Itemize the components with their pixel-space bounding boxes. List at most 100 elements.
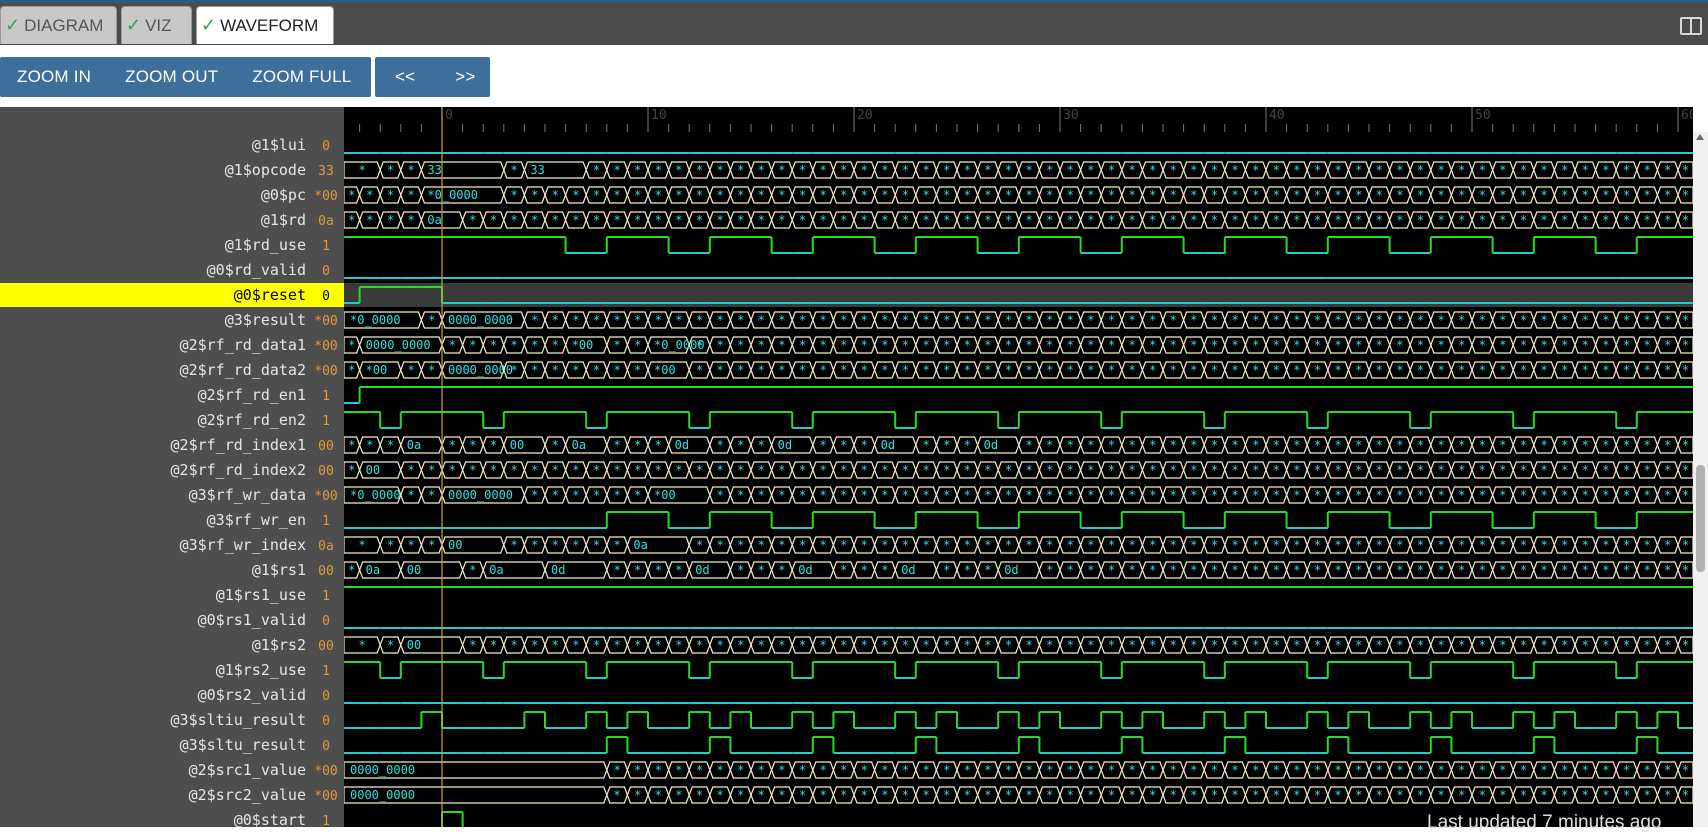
signal-row[interactable]: @2$rf_rd_index2 00 bbox=[171, 461, 334, 479]
signal-row[interactable]: @1$rs1_use 1 bbox=[216, 586, 330, 604]
bus-value-label: * bbox=[922, 188, 929, 202]
signal-row[interactable]: @1$rs1 00 bbox=[252, 561, 334, 579]
signal-row[interactable]: @0$rs1_valid 0 bbox=[198, 611, 330, 629]
zoom-in-button[interactable]: ZOOM IN bbox=[0, 57, 108, 97]
bus-value-label: * bbox=[1252, 313, 1259, 327]
bus-value-label: * bbox=[799, 763, 806, 777]
bus-value-label: * bbox=[1067, 363, 1074, 377]
signal-row[interactable]: @1$rd_use 1 bbox=[225, 236, 330, 254]
signal-row[interactable]: @2$rf_rd_index1 00 bbox=[171, 436, 334, 454]
bus-value-label: * bbox=[1128, 313, 1135, 327]
signal-row[interactable]: @1$rd 0a bbox=[261, 211, 334, 229]
signal-value: *00 bbox=[314, 339, 337, 354]
scrollbar-thumb[interactable] bbox=[1696, 465, 1705, 572]
bus-value-label: * bbox=[634, 363, 641, 377]
bus-value-label: * bbox=[1582, 563, 1589, 577]
bus-value-label: * bbox=[1334, 438, 1341, 452]
bus-value-label: * bbox=[348, 463, 355, 477]
zoom-out-button[interactable]: ZOOM OUT bbox=[108, 57, 235, 97]
signal-row[interactable]: @1$lui 0 bbox=[252, 136, 330, 154]
bus-value-label: * bbox=[1231, 463, 1238, 477]
bus-value-label: * bbox=[1682, 538, 1689, 552]
bus-value-label: * bbox=[902, 363, 909, 377]
waveform-row bbox=[344, 711, 1693, 729]
bus-value-label: * bbox=[1602, 163, 1609, 177]
bus-value-label: * bbox=[1623, 188, 1630, 202]
bus-value-label: * bbox=[510, 538, 517, 552]
bus-value-label: * bbox=[1643, 763, 1650, 777]
zoom-full-button[interactable]: ZOOM FULL bbox=[235, 57, 368, 97]
bus-value-label: * bbox=[634, 463, 641, 477]
bus-value-label: 00 bbox=[448, 538, 462, 552]
scroll-right-button[interactable]: >> bbox=[435, 57, 495, 97]
bus-value-label: *0_0000 bbox=[427, 188, 478, 202]
signal-row[interactable]: @0$start 1 bbox=[234, 811, 330, 829]
bus-value-label: * bbox=[1602, 338, 1609, 352]
bus-value-label: * bbox=[655, 563, 662, 577]
bus-value-label: * bbox=[531, 538, 538, 552]
bus-value-label: * bbox=[593, 538, 600, 552]
bus-value-label: * bbox=[1479, 213, 1486, 227]
tab-diagram[interactable]: ✓ DIAGRAM bbox=[0, 6, 117, 44]
signal-row[interactable]: @3$rf_wr_en 1 bbox=[207, 511, 330, 529]
signal-row[interactable]: @0$reset 0 bbox=[0, 283, 344, 307]
bus-value-label: * bbox=[902, 188, 909, 202]
bus-value-label: * bbox=[778, 538, 785, 552]
bus-value-label: * bbox=[799, 363, 806, 377]
waveform-row bbox=[344, 386, 1693, 404]
signal-row[interactable]: @3$sltu_result 0 bbox=[180, 736, 330, 754]
bus-value-label: * bbox=[1128, 213, 1135, 227]
bus-value-label: * bbox=[366, 188, 373, 202]
tab-waveform[interactable]: ✓ WAVEFORM bbox=[196, 6, 334, 44]
signal-row[interactable]: @0$rd_valid 0 bbox=[207, 261, 330, 279]
signal-row[interactable]: @2$rf_rd_en2 1 bbox=[198, 411, 330, 429]
signal-row[interactable]: @2$src2_value *00 bbox=[189, 786, 338, 804]
bus-value-label: * bbox=[469, 563, 476, 577]
signal-row[interactable]: @3$rf_wr_index 0a bbox=[180, 536, 334, 554]
bus-value-label: * bbox=[1334, 538, 1341, 552]
bus-value-label: * bbox=[572, 488, 579, 502]
bus-value-label: * bbox=[1231, 338, 1238, 352]
bus-value-label: * bbox=[881, 363, 888, 377]
scroll-left-button[interactable]: << bbox=[375, 57, 435, 97]
bus-value-label: * bbox=[1293, 538, 1300, 552]
bus-value-label: * bbox=[1664, 638, 1671, 652]
signal-row[interactable]: @3$result *00 bbox=[225, 311, 338, 329]
signal-row[interactable]: @1$rs2_use 1 bbox=[216, 661, 330, 679]
signal-row[interactable]: @3$rf_wr_data *00 bbox=[189, 486, 338, 504]
signal-name: @0$start bbox=[234, 811, 306, 827]
bus-value-label: * bbox=[799, 313, 806, 327]
bus-value-label: * bbox=[1561, 463, 1568, 477]
bus-value-label: * bbox=[696, 163, 703, 177]
bus-value-label: * bbox=[1664, 463, 1671, 477]
vertical-scrollbar[interactable] bbox=[1693, 132, 1708, 827]
scroll-up-icon[interactable] bbox=[1696, 134, 1704, 140]
signal-row[interactable]: @0$rs2_valid 0 bbox=[198, 686, 330, 704]
bus-value-label: * bbox=[840, 488, 847, 502]
bus-value-label: * bbox=[716, 338, 723, 352]
bus-value-label: * bbox=[1231, 763, 1238, 777]
bus-value-label: 0000_0000 bbox=[448, 313, 513, 327]
bus-value-label: * bbox=[613, 163, 620, 177]
signal-row[interactable]: @1$opcode 33 bbox=[225, 161, 334, 179]
tab-viz[interactable]: ✓ VIZ bbox=[121, 6, 192, 44]
split-panel-icon[interactable] bbox=[1680, 17, 1702, 35]
signal-row[interactable]: @3$sltiu_result 0 bbox=[171, 711, 330, 729]
signal-row[interactable]: @2$rf_rd_data1 *00 bbox=[180, 336, 338, 354]
bus-value-label: * bbox=[1293, 488, 1300, 502]
signal-row[interactable]: @0$pc *00 bbox=[261, 186, 338, 204]
bus-value-label: * bbox=[469, 463, 476, 477]
bus-value-label: * bbox=[1211, 788, 1218, 802]
bus-value-label: * bbox=[1149, 438, 1156, 452]
timeline-ruler: 0 10 20 30 40 50 60 bbox=[359, 107, 1693, 132]
bus-value-label: * bbox=[1334, 788, 1341, 802]
signal-row[interactable]: @2$src1_value *00 bbox=[189, 761, 338, 779]
bus-value-label: * bbox=[1005, 313, 1012, 327]
bus-value-label: * bbox=[1561, 188, 1568, 202]
bus-value-label: * bbox=[531, 488, 538, 502]
signal-name: @2$src2_value bbox=[189, 786, 306, 804]
bus-value-label: * bbox=[428, 463, 435, 477]
signal-row[interactable]: @1$rs2 00 bbox=[252, 636, 334, 654]
signal-row[interactable]: @2$rf_rd_en1 1 bbox=[198, 386, 330, 404]
signal-row[interactable]: @2$rf_rd_data2 *00 bbox=[180, 361, 338, 379]
